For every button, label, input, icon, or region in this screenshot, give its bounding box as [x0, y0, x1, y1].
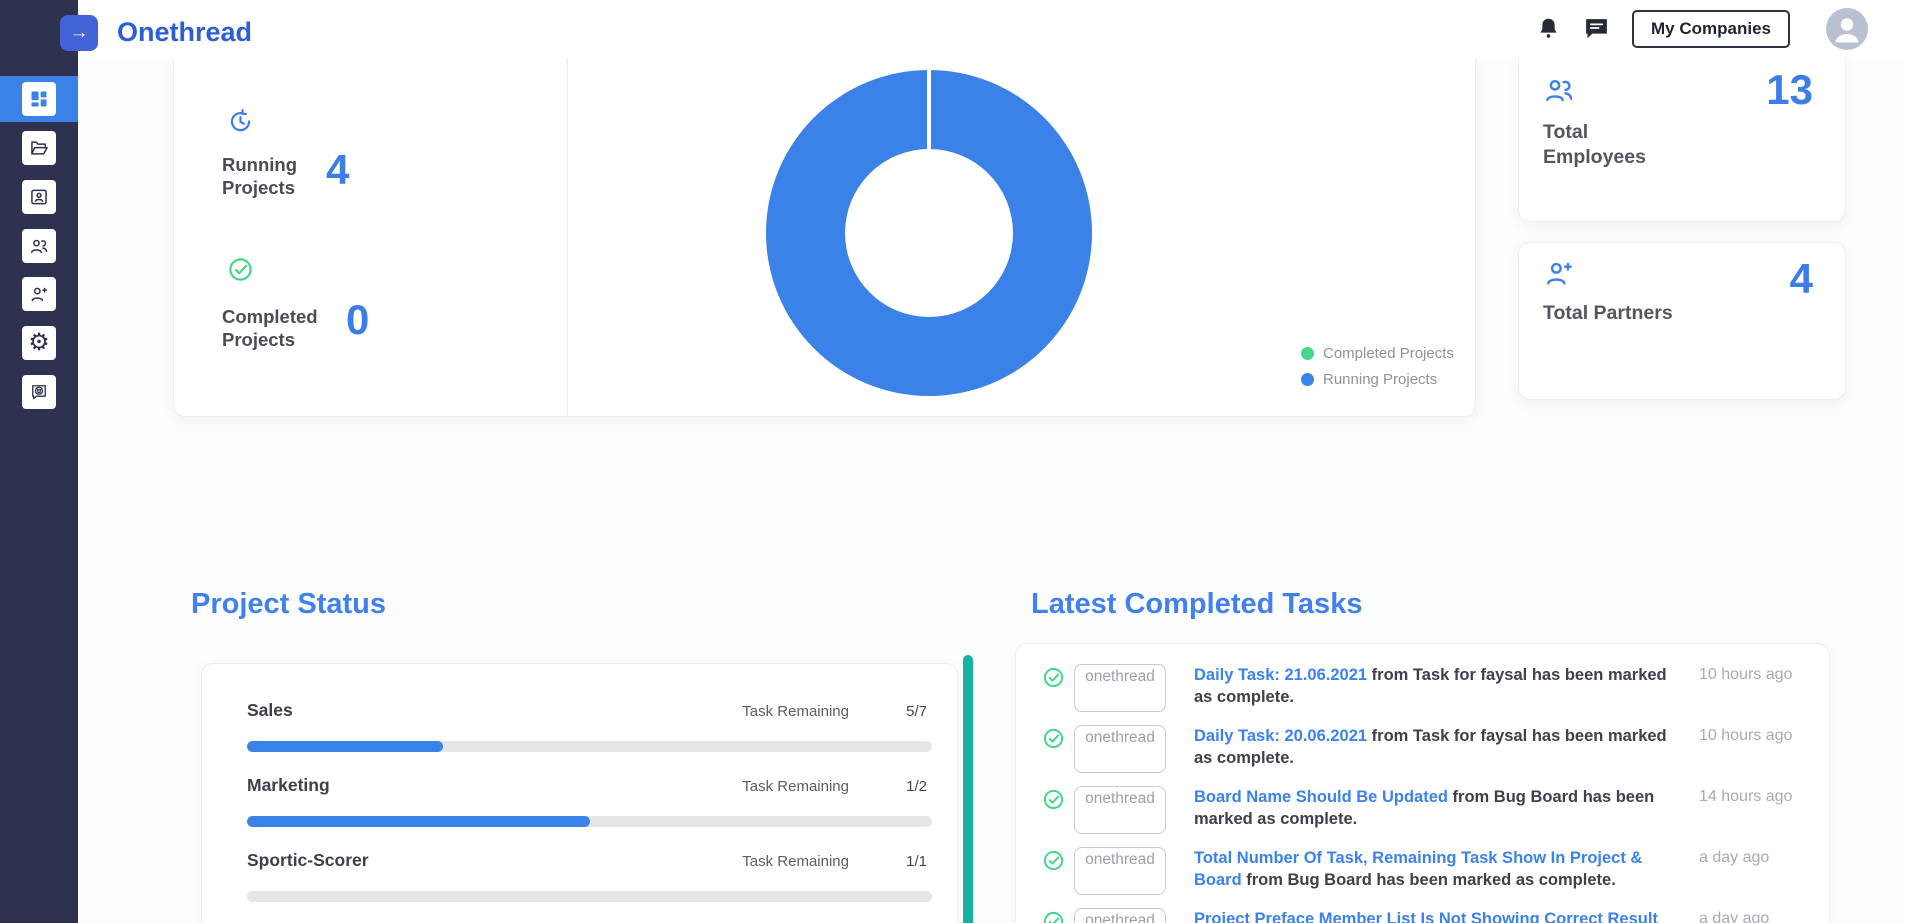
- project-row-sportic-scorer: Sportic-Scorer Task Remaining 1/1: [247, 850, 932, 902]
- company-badge: onethread: [1074, 908, 1166, 923]
- task-row: onethread Daily Task: 20.06.2021 from Ta…: [1042, 725, 1799, 773]
- project-row-sales: Sales Task Remaining 5/7: [247, 700, 932, 752]
- sidebar-item-projects[interactable]: [0, 125, 78, 171]
- task-row: onethread Project Preface Member List Is…: [1042, 908, 1799, 923]
- total-employees-value: 13: [1766, 66, 1813, 113]
- avatar[interactable]: [1826, 8, 1868, 50]
- task-row: onethread Board Name Should Be Updated f…: [1042, 786, 1799, 834]
- total-partners-label: Total Partners: [1543, 302, 1673, 324]
- check-circle-icon: [1042, 725, 1074, 755]
- sidebar-item-feedback[interactable]: [0, 369, 78, 415]
- completed-projects-label: Completed Projects: [222, 306, 318, 350]
- sidebar: ⚙: [0, 0, 78, 923]
- company-badge: onethread: [1074, 786, 1166, 834]
- user-plus-icon: [1543, 257, 1575, 294]
- total-partners-card: 4 Total Partners: [1518, 242, 1846, 400]
- legend-dot-blue: [1301, 373, 1314, 386]
- sidebar-toggle-button[interactable]: →: [60, 15, 98, 51]
- latest-completed-tasks-card: onethread Daily Task: 21.06.2021 from Ta…: [1015, 643, 1830, 923]
- user-plus-icon: [22, 277, 56, 311]
- feedback-chat-icon: [22, 375, 56, 409]
- users-icon: [22, 229, 56, 263]
- gear-icon: ⚙: [22, 326, 56, 360]
- total-employees-label: Total Employees: [1543, 121, 1646, 168]
- task-timestamp: 14 hours ago: [1699, 788, 1793, 805]
- task-timestamp: 10 hours ago: [1699, 727, 1793, 744]
- task-row: onethread Daily Task: 21.06.2021 from Ta…: [1042, 664, 1799, 712]
- task-link[interactable]: Daily Task: 21.06.2021: [1194, 666, 1367, 684]
- app-logo[interactable]: Onethread: [117, 17, 252, 48]
- sidebar-item-add-partner[interactable]: [0, 271, 78, 317]
- check-circle-icon: [1042, 908, 1074, 923]
- id-card-icon: [22, 180, 56, 214]
- task-timestamp: 10 hours ago: [1699, 666, 1793, 683]
- users-icon: [1543, 74, 1575, 111]
- refresh-clock-icon: [227, 108, 254, 140]
- grid-icon: [22, 82, 56, 116]
- check-circle-icon: [1042, 847, 1074, 877]
- check-circle-icon: [1042, 786, 1074, 816]
- task-row: onethread Total Number Of Task, Remainin…: [1042, 847, 1799, 895]
- divider: [567, 58, 568, 416]
- task-link[interactable]: Project Preface Member List Is Not Showi…: [1194, 910, 1658, 923]
- legend-item-completed[interactable]: Completed Projects: [1301, 345, 1454, 362]
- completed-projects-value: 0: [346, 296, 370, 343]
- sidebar-item-dashboard[interactable]: [0, 76, 78, 122]
- company-badge: onethread: [1074, 847, 1166, 895]
- legend-dot-green: [1301, 347, 1314, 360]
- donut-segment-gap: [927, 70, 931, 150]
- folder-icon: [22, 131, 56, 165]
- latest-completed-tasks-heading: Latest Completed Tasks: [1031, 588, 1363, 620]
- chat-icon[interactable]: [1583, 16, 1610, 42]
- task-link[interactable]: Board Name Should Be Updated: [1194, 788, 1448, 806]
- sidebar-item-employees[interactable]: [0, 223, 78, 269]
- sidebar-item-settings[interactable]: ⚙: [0, 320, 78, 366]
- progress-bar: [247, 816, 932, 827]
- legend-item-running[interactable]: Running Projects: [1301, 371, 1454, 388]
- sidebar-item-contacts[interactable]: [0, 174, 78, 220]
- project-row-marketing: Marketing Task Remaining 1/2: [247, 775, 932, 827]
- running-projects-value: 4: [326, 146, 350, 193]
- projects-donut-chart: [766, 70, 1092, 396]
- arrow-right-icon: →: [69, 22, 89, 43]
- total-employees-card: 13 Total Employees: [1518, 58, 1846, 222]
- project-status-card: Sales Task Remaining 5/7 Marketing Task …: [201, 663, 958, 923]
- task-timestamp: a day ago: [1699, 910, 1770, 923]
- projects-overview-card: Running Projects 4 Completed Projects 0 …: [173, 58, 1476, 417]
- company-badge: onethread: [1074, 725, 1166, 773]
- progress-bar: [247, 891, 932, 902]
- task-link[interactable]: Daily Task: 20.06.2021: [1194, 727, 1367, 745]
- project-status-heading: Project Status: [191, 588, 386, 620]
- chart-legend: Completed Projects Running Projects: [1301, 345, 1454, 388]
- task-timestamp: a day ago: [1699, 849, 1770, 866]
- total-partners-value: 4: [1789, 255, 1813, 302]
- bell-icon[interactable]: [1536, 16, 1561, 43]
- check-circle-icon: [227, 256, 254, 288]
- scrollbar-thumb[interactable]: [963, 655, 973, 923]
- check-circle-icon: [1042, 664, 1074, 694]
- progress-bar: [247, 741, 932, 752]
- my-companies-button[interactable]: My Companies: [1632, 10, 1790, 48]
- company-badge: onethread: [1074, 664, 1166, 712]
